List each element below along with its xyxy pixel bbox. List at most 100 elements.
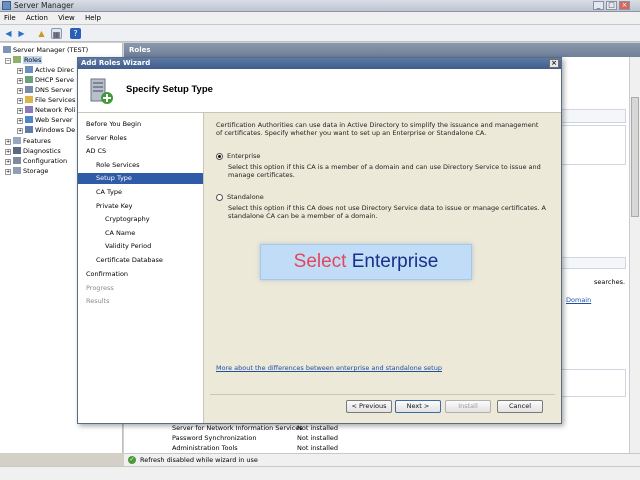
menu-help[interactable]: Help: [81, 12, 105, 22]
tree-node-storage[interactable]: + Storage: [5, 166, 48, 176]
expand-icon[interactable]: +: [17, 78, 23, 84]
dns-icon: [25, 86, 33, 93]
minimize-button[interactable]: _: [593, 1, 604, 10]
intro-text: Certification Authorities can use data i…: [216, 121, 539, 137]
banner-word-select: Select: [293, 251, 347, 272]
tree-node-role[interactable]: + Network Poli: [17, 105, 75, 115]
folder-icon: [25, 96, 33, 103]
tree-node-configuration[interactable]: + Configuration: [5, 156, 67, 166]
button-separator: [210, 394, 555, 395]
tree-node-role[interactable]: + DNS Server: [17, 85, 72, 95]
wizard-step[interactable]: Confirmation: [86, 269, 128, 280]
install-button: Install: [445, 400, 491, 413]
server-manager-icon: [2, 1, 11, 10]
window-title: Server Manager: [14, 1, 74, 10]
wizard-step[interactable]: Validity Period: [105, 241, 151, 252]
dialog-heading: Specify Setup Type: [126, 84, 213, 95]
server-icon: [3, 46, 11, 53]
standalone-description: Select this option if this CA does not u…: [228, 204, 546, 220]
expand-icon[interactable]: +: [5, 149, 11, 155]
menu-bar: File Action View Help: [0, 12, 640, 25]
add-roles-wizard-dialog: Add Roles Wizard × Specify Setup Type Be…: [77, 57, 562, 424]
tree-node-role[interactable]: + Web Server: [17, 115, 73, 125]
web-server-icon: [25, 116, 33, 123]
wizard-step-disabled: Results: [86, 297, 110, 305]
wizard-steps: Before You Begin Server Roles AD CS Role…: [78, 113, 204, 423]
service-status: Not installed: [297, 444, 339, 452]
show-hide-tree-icon[interactable]: ▦: [51, 28, 62, 39]
tree-node-role[interactable]: + File Services: [17, 95, 75, 105]
expand-icon[interactable]: +: [5, 159, 11, 165]
expand-icon[interactable]: +: [17, 118, 23, 124]
menu-file[interactable]: File: [0, 12, 20, 22]
enterprise-label[interactable]: Enterprise: [227, 152, 260, 160]
dialog-title: Add Roles Wizard: [81, 59, 151, 67]
instruction-banner: Select Enterprise: [260, 244, 472, 280]
expand-icon[interactable]: +: [17, 108, 23, 114]
more-info-link[interactable]: More about the differences between enter…: [216, 364, 442, 372]
horizontal-scrollbar[interactable]: [0, 466, 640, 480]
diagnostics-icon: [13, 147, 21, 154]
wizard-step[interactable]: Certificate Database: [96, 255, 163, 266]
expand-icon[interactable]: +: [17, 128, 23, 134]
dialog-header: Specify Setup Type: [78, 69, 561, 113]
back-arrow-icon[interactable]: ◀: [3, 28, 14, 39]
close-window-button[interactable]: ×: [619, 1, 630, 10]
tree-node-features[interactable]: + Features: [5, 136, 51, 146]
status-ok-icon: ✓: [128, 456, 136, 464]
wizard-step-active[interactable]: Setup Type: [78, 173, 203, 184]
wizard-step[interactable]: Cryptography: [105, 214, 150, 225]
wizard-step[interactable]: CA Name: [105, 228, 135, 239]
tree-node-role[interactable]: + Windows De: [17, 125, 75, 135]
tree-node-roles[interactable]: − Roles: [5, 55, 43, 65]
tree-node-role[interactable]: + DHCP Serve: [17, 75, 74, 85]
collapse-icon[interactable]: −: [5, 58, 11, 64]
wizard-step[interactable]: Role Services: [96, 160, 139, 171]
network-policy-icon: [25, 106, 33, 113]
content-header: Roles: [124, 43, 640, 57]
roles-icon: [13, 56, 21, 63]
wizard-step[interactable]: AD CS: [86, 146, 106, 157]
status-text: Refresh disabled while wizard in use: [140, 456, 258, 464]
service-status: Not installed: [297, 434, 339, 442]
enterprise-radio[interactable]: [216, 153, 223, 160]
maximize-button[interactable]: □: [606, 1, 617, 10]
configuration-icon: [13, 157, 21, 164]
dhcp-icon: [25, 76, 33, 83]
previous-button[interactable]: < Previous: [346, 400, 392, 413]
window-titlebar: Server Manager _ □ ×: [0, 0, 640, 12]
menu-view[interactable]: View: [54, 12, 79, 22]
tree-node-role[interactable]: + Active Direc: [17, 65, 74, 75]
domain-link[interactable]: Domain: [566, 296, 591, 304]
standalone-radio[interactable]: [216, 194, 223, 201]
standalone-label[interactable]: Standalone: [227, 193, 264, 201]
next-button[interactable]: Next >: [395, 400, 441, 413]
service-name: Administration Tools: [172, 444, 238, 452]
expand-icon[interactable]: +: [17, 88, 23, 94]
windows-deployment-icon: [25, 126, 33, 133]
expand-icon[interactable]: +: [5, 139, 11, 145]
dialog-titlebar: Add Roles Wizard ×: [78, 58, 561, 69]
menu-action[interactable]: Action: [22, 12, 52, 22]
service-name: Password Synchronization: [172, 434, 257, 442]
wizard-step[interactable]: CA Type: [96, 187, 122, 198]
enterprise-description: Select this option if this CA is a membe…: [228, 163, 541, 179]
forward-arrow-icon[interactable]: ▶: [16, 28, 27, 39]
cancel-button[interactable]: Cancel: [497, 400, 543, 413]
vertical-scrollbar[interactable]: [629, 57, 640, 453]
wizard-step[interactable]: Before You Begin: [86, 119, 141, 130]
up-folder-icon[interactable]: ▲: [36, 28, 47, 39]
scrollbar-thumb[interactable]: [631, 97, 639, 217]
service-status: Not installed: [297, 424, 339, 432]
features-icon: [13, 137, 21, 144]
wizard-step[interactable]: Private Key: [96, 201, 133, 212]
searches-text: searches.: [594, 278, 626, 286]
wizard-step[interactable]: Server Roles: [86, 133, 127, 144]
expand-icon[interactable]: +: [5, 169, 11, 175]
expand-icon[interactable]: +: [17, 68, 23, 74]
tree-node-diagnostics[interactable]: + Diagnostics: [5, 146, 61, 156]
tree-node-server-manager[interactable]: Server Manager (TEST): [3, 45, 88, 55]
help-icon[interactable]: ?: [70, 28, 81, 39]
expand-icon[interactable]: +: [17, 98, 23, 104]
dialog-close-button[interactable]: ×: [549, 59, 559, 68]
